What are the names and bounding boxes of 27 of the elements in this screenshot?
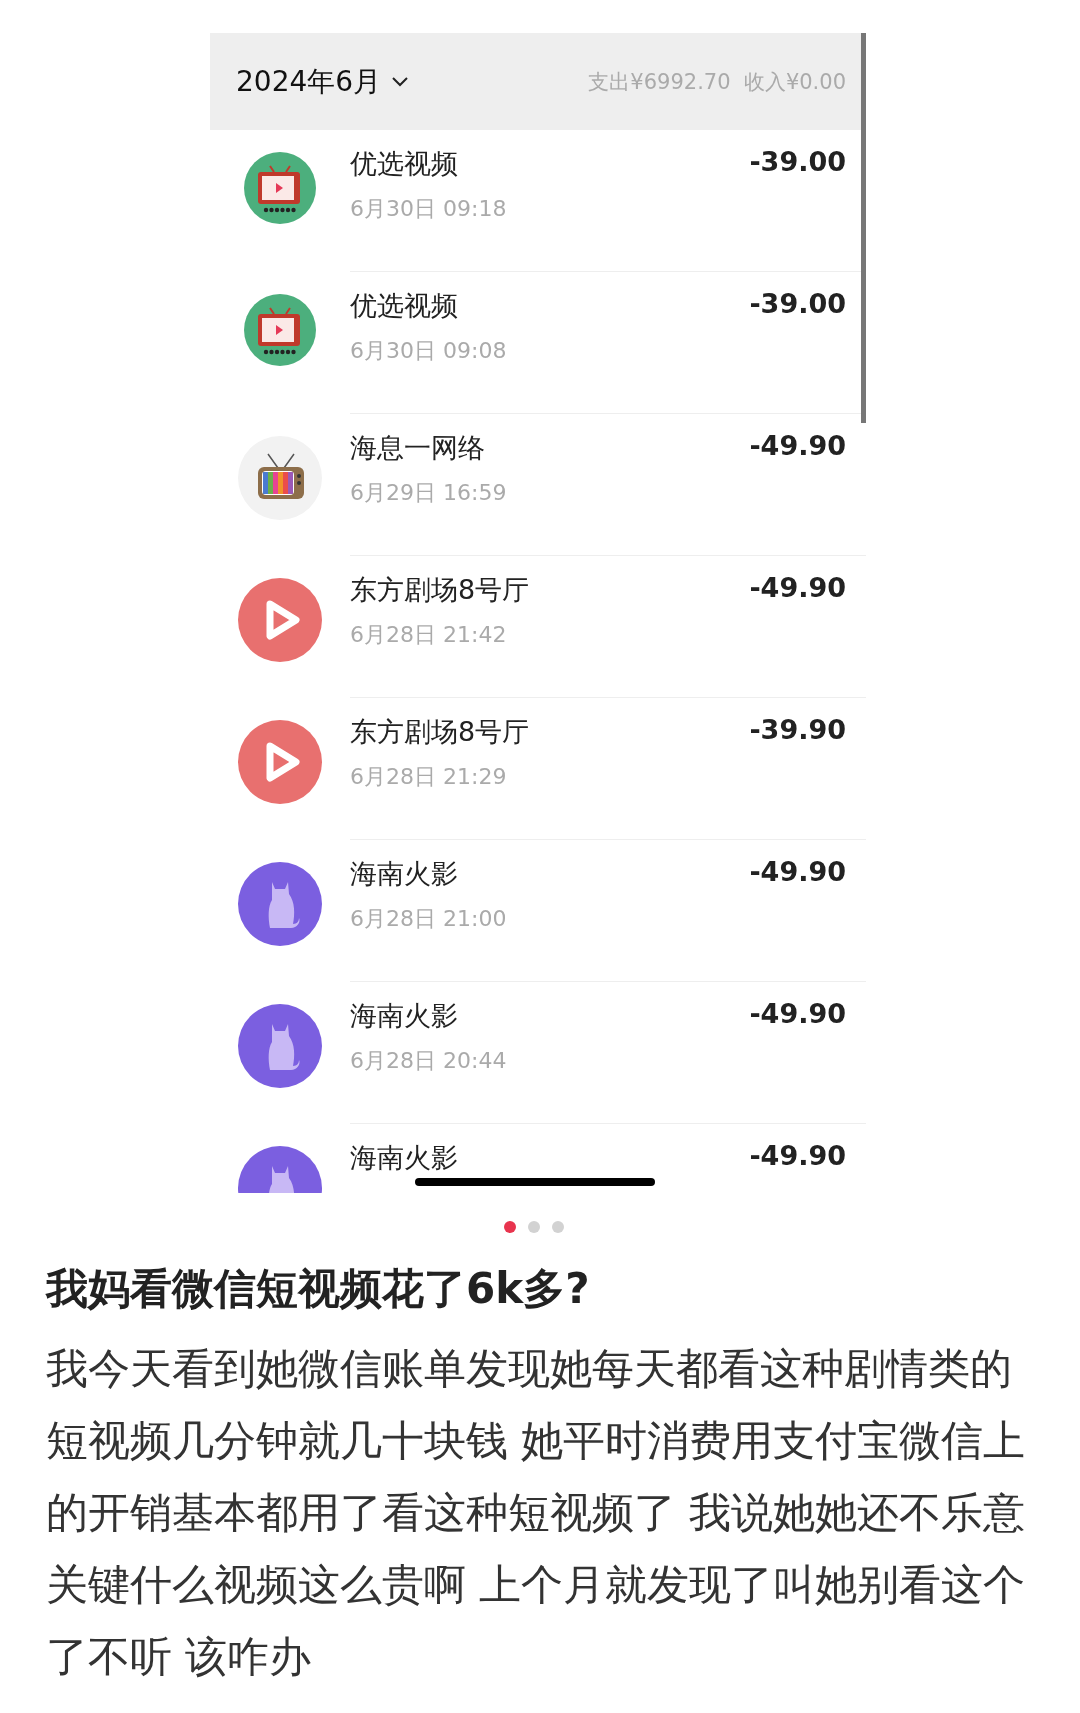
transaction-amount: -39.00 — [749, 146, 846, 177]
merchant-name: 优选视频 — [350, 147, 459, 181]
transaction-time: 6月28日 21:00 — [350, 905, 507, 933]
post-title: 我妈看微信短视频花了6k多? — [46, 1263, 591, 1315]
merchant-name: 海南火影 — [350, 857, 459, 891]
transaction-amount: -49.90 — [749, 856, 846, 887]
month-summary: 支出¥6992.70 收入¥0.00 — [588, 68, 846, 96]
transaction-amount: -49.90 — [749, 1140, 846, 1171]
merchant-name: 优选视频 — [350, 289, 459, 323]
transaction-time: 6月30日 09:18 — [350, 195, 507, 223]
transaction-amount: -39.90 — [749, 714, 846, 745]
transaction-time: 6月28日 21:29 — [350, 763, 508, 791]
merchant-name: 东方剧场8号厅 — [350, 715, 530, 749]
transaction-time: 6月30日 09:08 — [350, 337, 507, 365]
merchant-name: 海息一网络 — [350, 431, 486, 465]
transaction-time: 6月28日 20:44 — [350, 1047, 507, 1075]
merchant-name: 海南火影 — [350, 1141, 458, 1175]
transaction-time: 6月28日 21:42 — [350, 621, 508, 649]
month-selector[interactable]: 2024年6月 — [236, 62, 410, 101]
merchant-name: 海南火影 — [350, 999, 459, 1033]
transaction-amount: -49.90 — [749, 998, 846, 1029]
transaction-amount: -49.90 — [749, 430, 846, 461]
transaction-amount: -49.90 — [749, 572, 846, 603]
merchant-name: 东方剧场8号厅 — [350, 573, 530, 607]
transaction-time: 6月29日 16:59 — [350, 479, 507, 507]
transaction-amount: -39.00 — [749, 288, 846, 319]
post-body: 我今天看到她微信账单发现她每天都看这种剧情类的短视频几分钟就几十块钱 她平时消费用支付宝微信上的开销基本都用了看这种短视频了 我说她她还不乐意关键什么视频这么贵啊 上个月就发现了叫她别看这个了不听 该咋办 — [46, 1343, 1027, 1683]
